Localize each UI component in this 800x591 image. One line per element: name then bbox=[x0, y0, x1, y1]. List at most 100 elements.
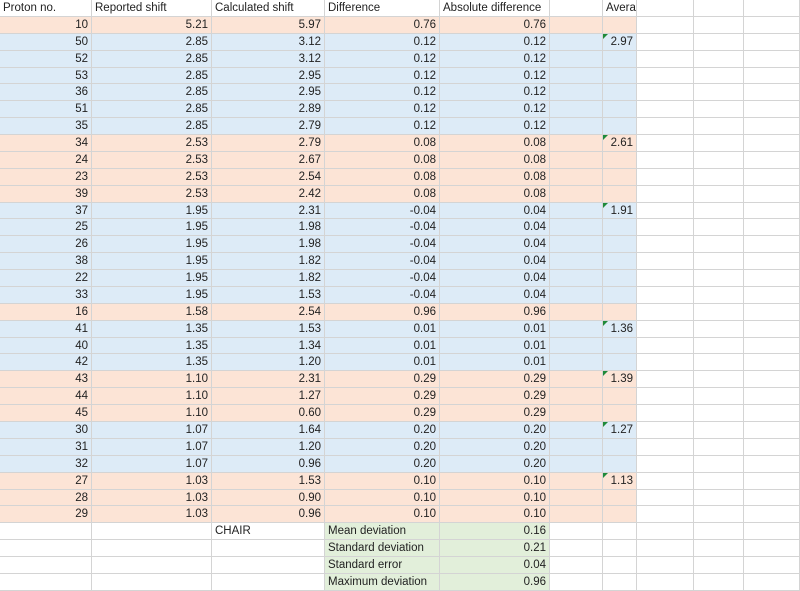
empty-cell[interactable] bbox=[637, 84, 694, 101]
average-cell[interactable] bbox=[603, 84, 637, 101]
header-abs-difference[interactable]: Absolute difference bbox=[440, 0, 550, 17]
reported-cell[interactable]: 1.03 bbox=[92, 473, 212, 490]
proton-cell[interactable]: 23 bbox=[0, 169, 92, 186]
empty-cell[interactable] bbox=[744, 17, 800, 34]
difference-cell[interactable]: 0.08 bbox=[325, 169, 440, 186]
empty-cell[interactable] bbox=[550, 557, 603, 574]
difference-cell[interactable]: 0.12 bbox=[325, 84, 440, 101]
reported-cell[interactable]: 1.95 bbox=[92, 270, 212, 287]
proton-cell[interactable]: 28 bbox=[0, 490, 92, 506]
proton-cell[interactable]: 31 bbox=[0, 439, 92, 456]
empty-cell[interactable] bbox=[637, 557, 694, 574]
abs-difference-cell[interactable]: 0.08 bbox=[440, 169, 550, 186]
difference-cell[interactable]: 0.76 bbox=[325, 17, 440, 34]
header-blank-j[interactable] bbox=[744, 0, 800, 17]
empty-cell[interactable] bbox=[744, 135, 800, 152]
average-cell[interactable] bbox=[603, 338, 637, 354]
empty-cell[interactable] bbox=[637, 523, 694, 540]
empty-cell[interactable] bbox=[637, 169, 694, 186]
empty-cell[interactable] bbox=[744, 456, 800, 473]
calculated-cell[interactable]: 0.90 bbox=[212, 490, 325, 506]
difference-cell[interactable]: 0.12 bbox=[325, 101, 440, 118]
abs-difference-cell[interactable]: 0.20 bbox=[440, 439, 550, 456]
empty-cell[interactable] bbox=[92, 574, 212, 591]
empty-cell[interactable] bbox=[694, 219, 744, 236]
blank-cell[interactable] bbox=[550, 236, 603, 253]
empty-cell[interactable] bbox=[744, 101, 800, 118]
empty-cell[interactable] bbox=[637, 135, 694, 152]
empty-cell[interactable] bbox=[637, 236, 694, 253]
reported-cell[interactable]: 2.53 bbox=[92, 186, 212, 203]
method-label[interactable]: CHAIR bbox=[212, 523, 325, 540]
empty-cell[interactable] bbox=[744, 51, 800, 68]
proton-cell[interactable]: 51 bbox=[0, 101, 92, 118]
empty-cell[interactable] bbox=[637, 304, 694, 321]
empty-cell[interactable] bbox=[744, 439, 800, 456]
average-cell[interactable] bbox=[603, 51, 637, 68]
reported-cell[interactable]: 2.53 bbox=[92, 135, 212, 152]
reported-cell[interactable]: 2.85 bbox=[92, 101, 212, 118]
proton-cell[interactable]: 24 bbox=[0, 152, 92, 169]
reported-cell[interactable]: 1.95 bbox=[92, 236, 212, 253]
blank-cell[interactable] bbox=[550, 490, 603, 506]
empty-cell[interactable] bbox=[0, 540, 92, 557]
average-cell[interactable] bbox=[603, 118, 637, 135]
reported-cell[interactable]: 1.95 bbox=[92, 287, 212, 304]
empty-cell[interactable] bbox=[744, 236, 800, 253]
blank-cell[interactable] bbox=[550, 304, 603, 321]
empty-cell[interactable] bbox=[637, 405, 694, 422]
blank-cell[interactable] bbox=[550, 473, 603, 490]
abs-difference-cell[interactable]: 0.04 bbox=[440, 236, 550, 253]
proton-cell[interactable]: 38 bbox=[0, 253, 92, 270]
blank-cell[interactable] bbox=[550, 203, 603, 219]
empty-cell[interactable] bbox=[550, 523, 603, 540]
empty-cell[interactable] bbox=[637, 203, 694, 219]
average-cell[interactable]: 1.39 bbox=[603, 371, 637, 388]
difference-cell[interactable]: -0.04 bbox=[325, 219, 440, 236]
empty-cell[interactable] bbox=[694, 135, 744, 152]
blank-cell[interactable] bbox=[550, 321, 603, 338]
empty-cell[interactable] bbox=[694, 523, 744, 540]
abs-difference-cell[interactable]: 0.04 bbox=[440, 203, 550, 219]
difference-cell[interactable]: 0.08 bbox=[325, 186, 440, 203]
proton-cell[interactable]: 32 bbox=[0, 456, 92, 473]
blank-cell[interactable] bbox=[550, 101, 603, 118]
proton-cell[interactable]: 50 bbox=[0, 34, 92, 51]
average-cell[interactable] bbox=[603, 490, 637, 506]
empty-cell[interactable] bbox=[694, 540, 744, 557]
empty-cell[interactable] bbox=[744, 169, 800, 186]
empty-cell[interactable] bbox=[637, 34, 694, 51]
calculated-cell[interactable]: 0.96 bbox=[212, 456, 325, 473]
empty-cell[interactable] bbox=[744, 506, 800, 523]
reported-cell[interactable]: 2.53 bbox=[92, 169, 212, 186]
empty-cell[interactable] bbox=[550, 540, 603, 557]
empty-cell[interactable] bbox=[694, 456, 744, 473]
header-proton[interactable]: Proton no. bbox=[0, 0, 92, 17]
proton-cell[interactable]: 34 bbox=[0, 135, 92, 152]
blank-cell[interactable] bbox=[550, 506, 603, 523]
abs-difference-cell[interactable]: 0.20 bbox=[440, 422, 550, 439]
blank-cell[interactable] bbox=[550, 68, 603, 84]
average-cell[interactable] bbox=[603, 354, 637, 371]
difference-cell[interactable]: 0.12 bbox=[325, 34, 440, 51]
empty-cell[interactable] bbox=[694, 321, 744, 338]
calculated-cell[interactable]: 2.54 bbox=[212, 169, 325, 186]
empty-cell[interactable] bbox=[694, 118, 744, 135]
empty-cell[interactable] bbox=[637, 388, 694, 405]
difference-cell[interactable]: 0.10 bbox=[325, 506, 440, 523]
empty-cell[interactable] bbox=[694, 169, 744, 186]
empty-cell[interactable] bbox=[744, 490, 800, 506]
empty-cell[interactable] bbox=[694, 304, 744, 321]
empty-cell[interactable] bbox=[212, 557, 325, 574]
empty-cell[interactable] bbox=[637, 371, 694, 388]
stat-label[interactable]: Standard error bbox=[325, 557, 440, 574]
average-cell[interactable] bbox=[603, 101, 637, 118]
blank-cell[interactable] bbox=[550, 169, 603, 186]
empty-cell[interactable] bbox=[694, 371, 744, 388]
proton-cell[interactable]: 16 bbox=[0, 304, 92, 321]
empty-cell[interactable] bbox=[0, 557, 92, 574]
empty-cell[interactable] bbox=[694, 422, 744, 439]
empty-cell[interactable] bbox=[92, 523, 212, 540]
empty-cell[interactable] bbox=[637, 253, 694, 270]
difference-cell[interactable]: 0.20 bbox=[325, 422, 440, 439]
